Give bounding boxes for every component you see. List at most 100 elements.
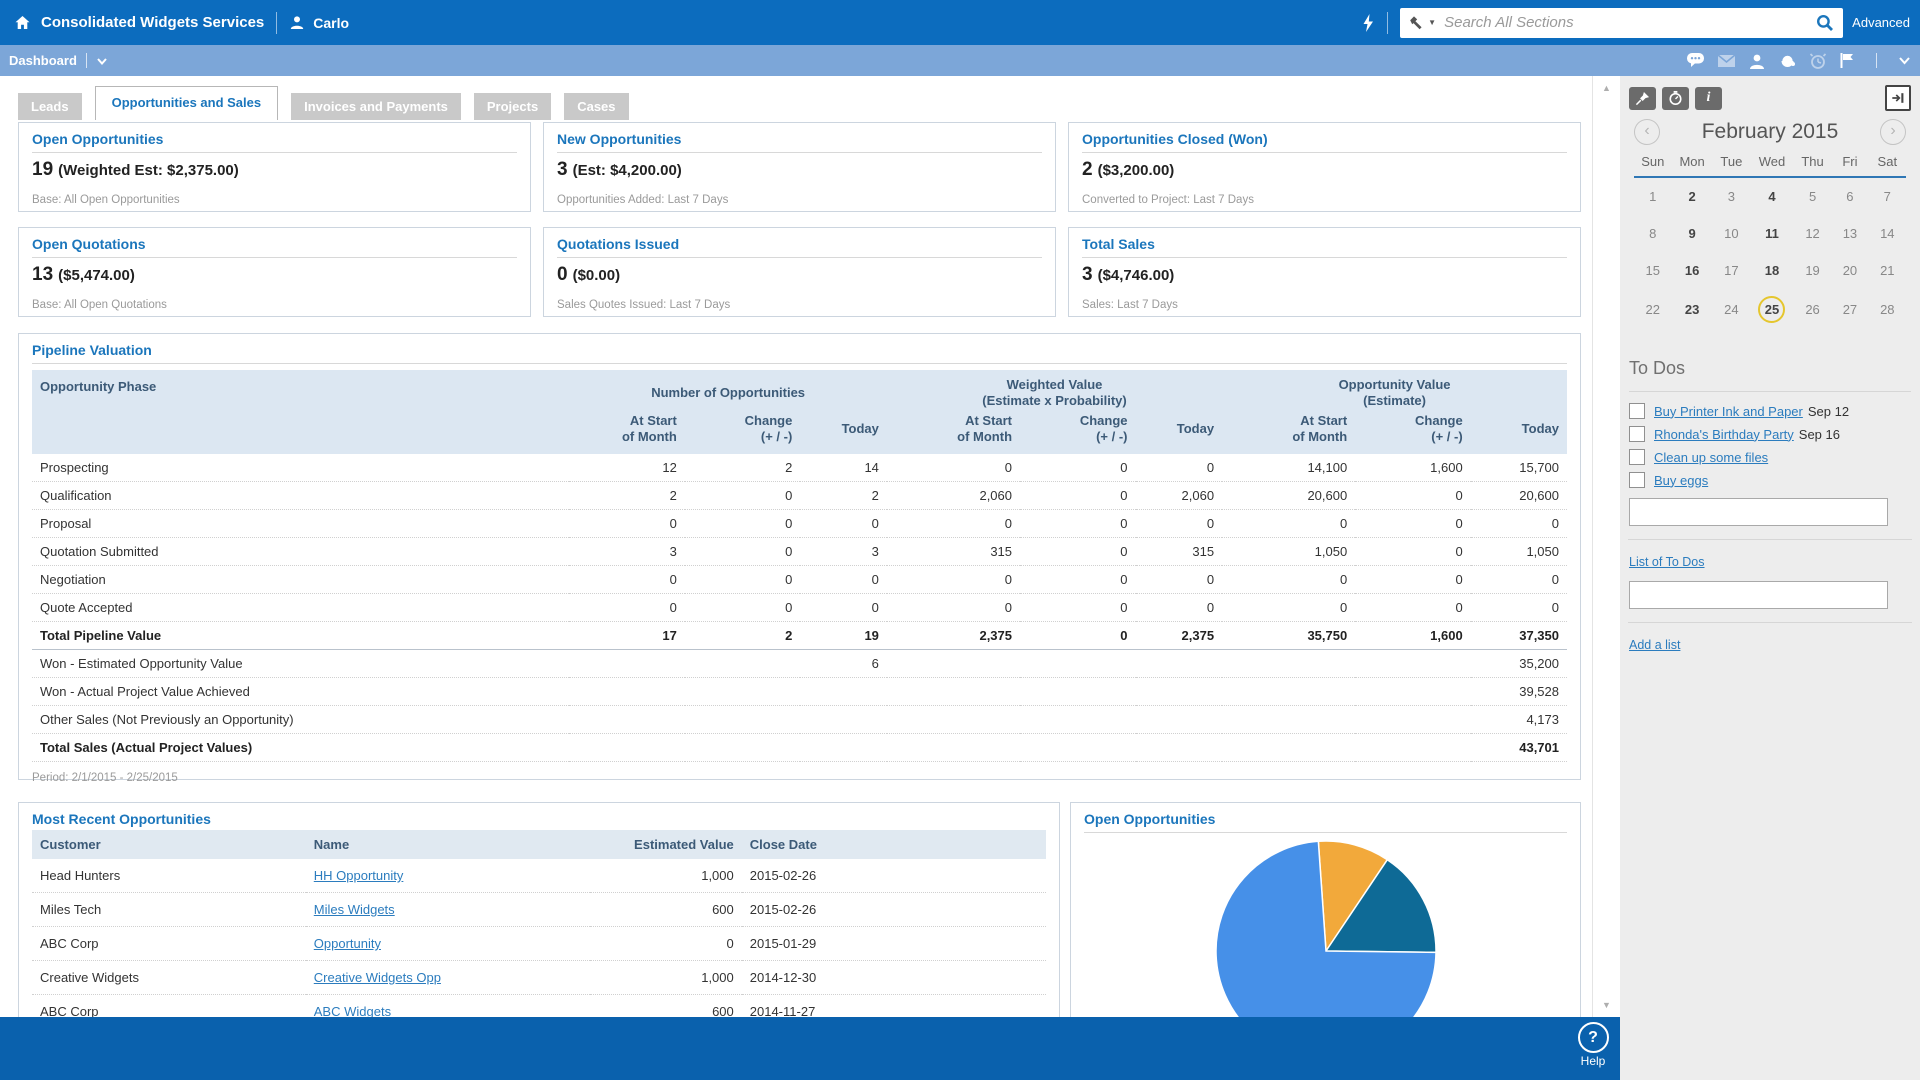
calendar-day[interactable]: 4 (1750, 177, 1794, 215)
add-list-link[interactable]: Add a list (1629, 638, 1680, 652)
calendar-next-icon[interactable]: › (1880, 119, 1906, 145)
card-value-detail: ($5,474.00) (58, 267, 135, 284)
calendar-day[interactable]: 26 (1794, 289, 1831, 330)
current-section-label[interactable]: Dashboard (0, 53, 77, 68)
calendar-prev-icon[interactable]: ‹ (1634, 119, 1660, 145)
todo-link[interactable]: Clean up some files (1654, 450, 1768, 465)
tab-leads[interactable]: Leads (18, 93, 82, 120)
home-icon[interactable] (14, 15, 31, 31)
calendar-day[interactable]: 10 (1713, 215, 1750, 252)
group-label-line: Opportunity Value (1230, 377, 1559, 393)
comments-icon[interactable] (1686, 52, 1705, 69)
opportunity-link[interactable]: Creative Widgets Opp (314, 970, 441, 985)
panel-title[interactable]: Open Opportunities (1084, 811, 1567, 827)
summary-card-opportunities-closed-won: Opportunities Closed (Won)2($3,200.00)Co… (1068, 122, 1581, 212)
calendar-day[interactable]: 24 (1713, 289, 1750, 330)
calendar-day[interactable]: 20 (1831, 252, 1868, 289)
card-title[interactable]: Opportunities Closed (Won) (1082, 131, 1567, 147)
calendar-day[interactable]: 1 (1634, 177, 1672, 215)
calendar-day[interactable]: 16 (1672, 252, 1713, 289)
calendar-day[interactable]: 7 (1869, 177, 1906, 215)
calendar-day[interactable]: 19 (1794, 252, 1831, 289)
new-todo-input[interactable] (1629, 498, 1888, 526)
tab-invoices-and-payments[interactable]: Invoices and Payments (291, 93, 461, 120)
info-button[interactable]: i (1695, 87, 1722, 110)
alarm-clock-icon[interactable] (1809, 52, 1827, 70)
todo-checkbox[interactable] (1629, 426, 1645, 442)
calendar-day[interactable]: 5 (1794, 177, 1831, 215)
value-cell (887, 678, 1020, 706)
calendar-day[interactable]: 23 (1672, 289, 1713, 330)
calendar-day[interactable]: 11 (1750, 215, 1794, 252)
column-subheader: Change(+ / -) (685, 409, 800, 454)
calendar-day[interactable]: 21 (1869, 252, 1906, 289)
todo-checkbox[interactable] (1629, 449, 1645, 465)
scroll-down-icon[interactable]: ▼ (1593, 1000, 1620, 1010)
search-scope-caret-icon[interactable]: ▼ (1428, 18, 1436, 27)
card-title[interactable]: Open Quotations (32, 236, 517, 252)
calendar-day[interactable]: 27 (1831, 289, 1868, 330)
flag-icon[interactable] (1839, 52, 1855, 69)
todo-link[interactable]: Rhonda's Birthday Party (1654, 427, 1794, 442)
calendar-day-number: 22 (1641, 298, 1664, 321)
search-scope-tool-icon[interactable] (1408, 15, 1424, 31)
scroll-up-icon[interactable]: ▲ (1593, 83, 1620, 93)
pin-button[interactable] (1629, 87, 1656, 110)
tab-opportunities-and-sales[interactable]: Opportunities and Sales (95, 86, 279, 120)
calendar-day[interactable]: 6 (1831, 177, 1868, 215)
calendar-day[interactable]: 2 (1672, 177, 1713, 215)
card-title[interactable]: Quotations Issued (557, 236, 1042, 252)
todo-checkbox[interactable] (1629, 472, 1645, 488)
tab-projects[interactable]: Projects (474, 93, 551, 120)
support-headset-icon[interactable] (1778, 52, 1797, 70)
card-title[interactable]: New Opportunities (557, 131, 1042, 147)
opportunity-link[interactable]: ABC Widgets (314, 1004, 391, 1017)
calendar-day[interactable]: 17 (1713, 252, 1750, 289)
calendar-day[interactable]: 25 (1750, 289, 1794, 330)
advanced-search-link[interactable]: Advanced (1852, 15, 1910, 30)
card-value-detail: ($3,200.00) (1098, 162, 1175, 179)
card-title[interactable]: Total Sales (1082, 236, 1567, 252)
calendar-day[interactable]: 28 (1869, 289, 1906, 330)
opportunity-link[interactable]: Miles Widgets (314, 902, 395, 917)
panel-title[interactable]: Most Recent Opportunities (32, 811, 1046, 827)
todo-link[interactable]: Buy Printer Ink and Paper (1654, 404, 1803, 419)
tab-cases[interactable]: Cases (564, 93, 628, 120)
pipeline-period-note: Period: 2/1/2015 - 2/25/2015 (32, 772, 1567, 784)
section-dropdown-chevron-icon[interactable] (96, 56, 108, 66)
mail-icon[interactable] (1717, 54, 1736, 68)
summary-card-total-sales: Total Sales3($4,746.00)Sales: Last 7 Day… (1068, 227, 1581, 317)
card-title[interactable]: Open Opportunities (32, 131, 517, 147)
calendar-day[interactable]: 13 (1831, 215, 1868, 252)
user-name[interactable]: Carlo (313, 15, 349, 31)
calendar-day[interactable]: 14 (1869, 215, 1906, 252)
value-cell (1020, 650, 1135, 678)
main-scrollbar[interactable]: ▲ ▼ (1592, 76, 1620, 1017)
topbar-left: Consolidated Widgets Services Carlo (0, 12, 349, 34)
search-icon[interactable] (1815, 13, 1835, 33)
app-title[interactable]: Consolidated Widgets Services (41, 14, 264, 31)
calendar-day[interactable]: 8 (1634, 215, 1672, 252)
search-input[interactable] (1442, 13, 1815, 32)
help-button[interactable]: ? Help (1573, 1022, 1613, 1068)
divider (32, 363, 1567, 364)
todo-list-link[interactable]: List of To Dos (1629, 555, 1705, 569)
stopwatch-button[interactable] (1662, 87, 1689, 110)
todo-checkbox[interactable] (1629, 403, 1645, 419)
quick-action-bolt-icon[interactable] (1361, 13, 1375, 33)
panel-title[interactable]: Pipeline Valuation (32, 342, 1567, 358)
calendar-day[interactable]: 3 (1713, 177, 1750, 215)
opportunity-link[interactable]: Opportunity (314, 936, 381, 951)
card-value-number: 13 (32, 264, 53, 285)
calendar-day[interactable]: 15 (1634, 252, 1672, 289)
todo-link[interactable]: Buy eggs (1654, 473, 1708, 488)
calendar-day[interactable]: 18 (1750, 252, 1794, 289)
more-chevron-down-icon[interactable] (1898, 55, 1911, 66)
opportunity-link[interactable]: HH Opportunity (314, 868, 404, 883)
user-help-icon[interactable]: ? (1748, 52, 1766, 70)
sidebar-collapse-button[interactable] (1885, 85, 1911, 111)
calendar-day[interactable]: 12 (1794, 215, 1831, 252)
calendar-day[interactable]: 9 (1672, 215, 1713, 252)
new-list-input[interactable] (1629, 581, 1888, 609)
calendar-day[interactable]: 22 (1634, 289, 1672, 330)
